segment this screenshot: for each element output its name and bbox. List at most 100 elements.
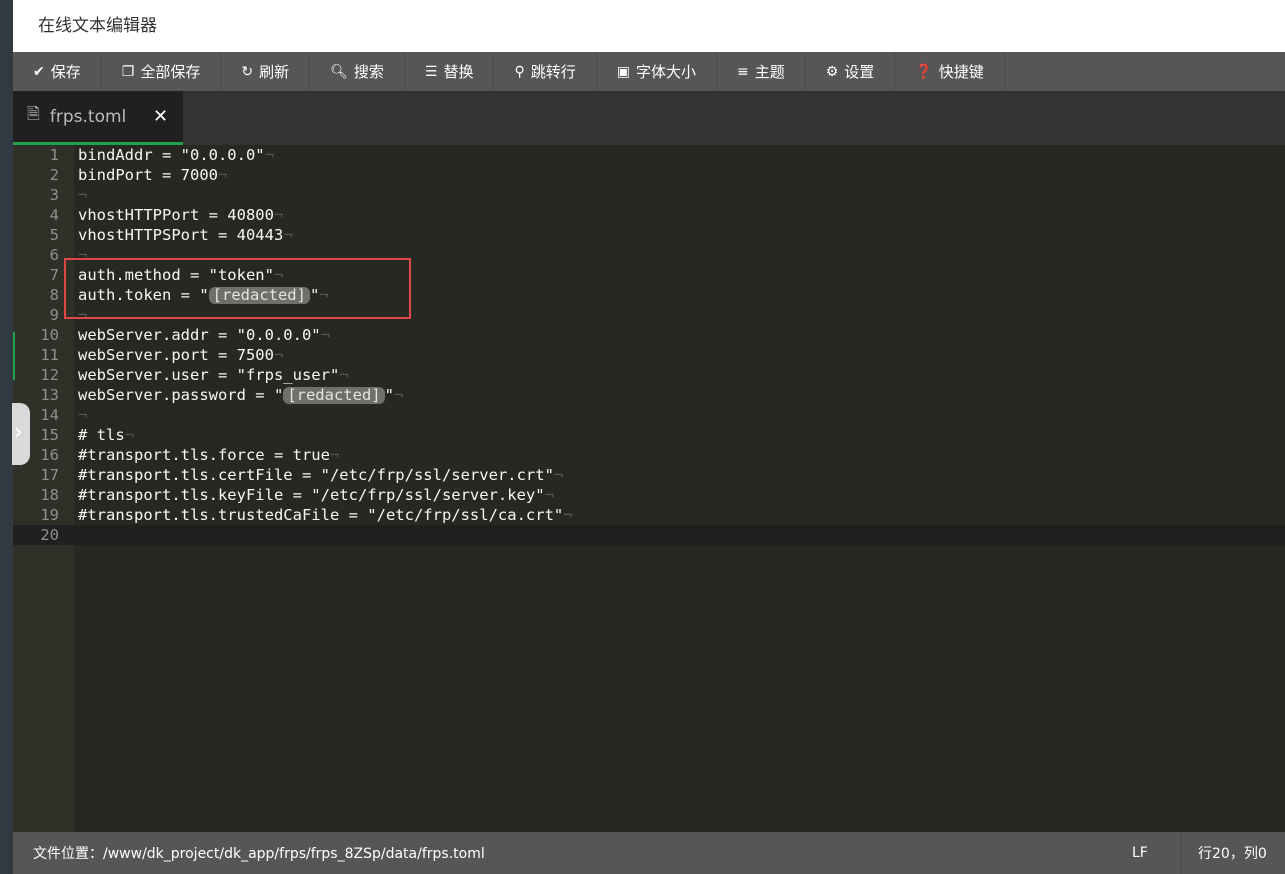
toolbar-button-label: 主题 — [754, 63, 785, 81]
code-line[interactable]: 19 #transport.tls.trustedCaFile = "/etc/f… — [13, 505, 1285, 525]
code-text: bindPort = 7000¬ — [78, 166, 228, 184]
code-text: webServer.password = " [redacted] "¬ — [78, 386, 404, 404]
toolbar-button-2[interactable]: ↻ 刷新 — [221, 52, 311, 91]
code-line[interactable]: 11 webServer.port = 7500¬ — [13, 345, 1285, 365]
font-size-icon: ▣ — [616, 63, 630, 80]
toolbar-button-1[interactable]: ❐ 全部保存 — [102, 52, 222, 91]
line-number: 2 — [49, 166, 59, 184]
line-number: 20 — [40, 526, 59, 544]
eol-marker: ¬ — [339, 366, 349, 384]
line-number: 1 — [49, 146, 59, 164]
gear-icon: ⚙ — [825, 63, 839, 80]
tab-label: frps.toml — [49, 106, 127, 127]
toolbar-button-6[interactable]: ▣ 字体大小 — [597, 52, 717, 91]
line-number: 7 — [49, 266, 59, 284]
status-bar: 文件位置：/www/dk_project/dk_app/frps/frps_8Z… — [13, 832, 1285, 874]
replace-icon: ☰ — [424, 63, 438, 80]
cursor-position: 行20，列0 — [1198, 846, 1267, 862]
eol-marker: ¬ — [273, 206, 284, 224]
code-line[interactable]: 16 #transport.tls.force = true¬ — [13, 445, 1285, 465]
code-text: vhostHTTPPort = 40800¬ — [78, 206, 284, 224]
code-text: vhostHTTPSPort = 40443¬ — [78, 226, 293, 244]
toolbar-button-label: 保存 — [50, 63, 81, 81]
code-line[interactable]: 12 webServer.user = "frps_user"¬ — [13, 365, 1285, 385]
toolbar-button-label: 替换 — [443, 63, 474, 81]
line-number: 18 — [40, 486, 59, 504]
eol-marker: ¬ — [553, 466, 564, 484]
window-title: 在线文本编辑器 — [13, 0, 1285, 52]
line-number: 5 — [49, 226, 59, 244]
toolbar-button-label: 搜索 — [353, 63, 384, 81]
code-text: #transport.tls.keyFile = "/etc/frp/ssl/s… — [78, 486, 554, 504]
code-text: #transport.tls.trustedCaFile = "/etc/frp… — [78, 506, 573, 524]
line-number: 9 — [49, 306, 59, 324]
toolbar-button-5[interactable]: ⚲ 跳转行 — [494, 52, 597, 91]
eol-marker: ¬ — [320, 326, 330, 344]
eol-marker: ¬ — [544, 486, 554, 504]
redacted-value: [redacted] — [283, 387, 385, 404]
code-text: webServer.port = 7500¬ — [78, 346, 284, 364]
toolbar-button-3[interactable]: 🔍︎ 搜索 — [310, 52, 405, 91]
toolbar-button-7[interactable]: ≡ 主题 — [717, 52, 806, 91]
eol-marker: ¬ — [124, 426, 135, 444]
line-number: 8 — [49, 286, 59, 304]
code-line[interactable]: 5 vhostHTTPSPort = 40443¬ — [13, 225, 1285, 245]
code-text: #transport.tls.force = true¬ — [78, 446, 340, 464]
code-line[interactable]: 3 ¬ — [13, 185, 1285, 205]
eol-marker: ¬ — [264, 146, 274, 164]
tab-frps-toml[interactable]: 🗎 frps.toml ✕ — [13, 91, 183, 145]
code-text: #transport.tls.certFile = "/etc/frp/ssl/… — [78, 466, 564, 484]
eol-marker: ¬ — [217, 166, 228, 184]
code-line[interactable]: 10 webServer.addr = "0.0.0.0"¬ — [13, 325, 1285, 345]
file-icon: 🗎 — [27, 104, 40, 123]
code-line[interactable]: 14 ¬ — [13, 405, 1285, 425]
code-line[interactable]: 1 bindAddr = "0.0.0.0"¬ — [13, 145, 1285, 165]
line-ending[interactable]: LF — [1132, 832, 1182, 874]
line-number: 6 — [49, 246, 59, 264]
line-number: 13 — [40, 386, 59, 404]
highlight-box — [64, 258, 411, 319]
eol-marker: ¬ — [283, 226, 293, 244]
line-number: 19 — [40, 506, 59, 524]
code-line[interactable]: 13 webServer.password = " [redacted] "¬ — [13, 385, 1285, 405]
eol-marker: ¬ — [78, 186, 88, 204]
code-text: # tls¬ — [78, 426, 135, 444]
toolbar-button-9[interactable]: ❓ 快捷键 — [895, 52, 1005, 91]
eol-marker: ¬ — [329, 446, 340, 464]
line-number: 17 — [40, 466, 59, 484]
code-text: webServer.addr = "0.0.0.0"¬ — [78, 326, 330, 344]
eol-marker: ¬ — [393, 386, 404, 404]
toolbar-button-label: 快捷键 — [938, 63, 984, 81]
toolbar-button-8[interactable]: ⚙ 设置 — [806, 52, 896, 91]
chevron-right-icon: › — [14, 420, 23, 445]
code-text: bindAddr = "0.0.0.0"¬ — [78, 146, 274, 164]
line-number: 3 — [49, 186, 59, 204]
help-icon: ❓ — [915, 63, 933, 80]
expand-sidebar-handle[interactable]: › — [12, 403, 30, 465]
code-text: ¬ — [78, 185, 87, 205]
toolbar-button-label: 设置 — [844, 63, 875, 81]
eol-marker: ¬ — [273, 346, 284, 364]
code-text: webServer.user = "frps_user"¬ — [78, 366, 349, 384]
toolbar-button-label: 跳转行 — [530, 63, 576, 81]
line-number: 10 — [40, 326, 59, 344]
eol-marker: ¬ — [78, 406, 88, 424]
menu-icon: ≡ — [736, 63, 749, 80]
code-line[interactable]: 18 #transport.tls.keyFile = "/etc/frp/ssl… — [13, 485, 1285, 505]
copy-icon: ❐ — [121, 63, 135, 80]
close-tab-icon[interactable]: ✕ — [153, 106, 168, 127]
code-line[interactable]: 2 bindPort = 7000¬ — [13, 165, 1285, 185]
toolbar-button-label: 刷新 — [259, 63, 290, 81]
code-editor[interactable]: 1 bindAddr = "0.0.0.0"¬ 2 bindPort = 7000¬ 3… — [13, 145, 1285, 832]
code-line[interactable]: 15 # tls¬ — [13, 425, 1285, 445]
toolbar-button-label: 全部保存 — [140, 63, 201, 81]
toolbar-button-4[interactable]: ☰ 替换 — [405, 52, 495, 91]
eol-marker: ¬ — [563, 506, 573, 524]
editor-window: 在线文本编辑器 ✔ 保存 ❐ 全部保存 ↻ 刷新 🔍︎ 搜索 ☰ 替换 ⚲ 跳转行 ▣ 字体大小 ≡ 主题 ⚙ 设… — [13, 0, 1285, 874]
code-line[interactable]: 4 vhostHTTPPort = 40800¬ — [13, 205, 1285, 225]
code-line[interactable]: 17 #transport.tls.certFile = "/etc/frp/ss… — [13, 465, 1285, 485]
toolbar-button-0[interactable]: ✔ 保存 — [13, 52, 102, 91]
code-line[interactable]: 20 — [13, 525, 1285, 545]
check-icon: ✔ — [33, 63, 45, 80]
code-text: ¬ — [78, 405, 87, 425]
